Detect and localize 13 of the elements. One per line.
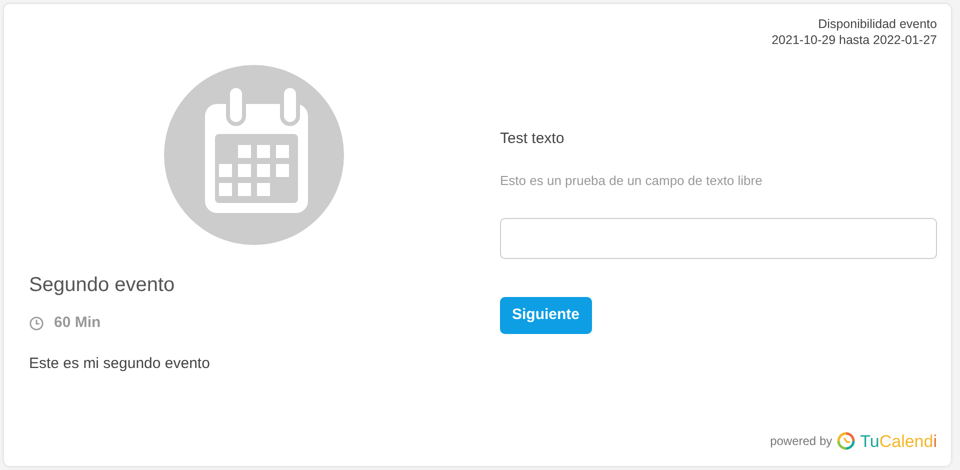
event-duration: 60 Min <box>54 313 101 333</box>
text-field[interactable] <box>500 218 937 259</box>
logo-text: TuCalendi <box>860 430 937 452</box>
powered-by-text: powered by <box>770 433 832 450</box>
logo-icon <box>837 432 856 450</box>
next-button[interactable]: Siguiente <box>500 297 592 334</box>
availability-label: Disponibilidad evento <box>817 16 937 32</box>
event-description: Este es mi segundo evento <box>29 354 210 374</box>
field-label: Test texto <box>500 129 566 149</box>
availability-dates: 2021-10-29 hasta 2022-01-27 <box>770 32 937 48</box>
field-help-text: Esto es un prueba de un campo de texto libre <box>500 172 764 190</box>
clock-icon <box>29 316 44 331</box>
event-title: Segundo evento <box>29 273 175 298</box>
